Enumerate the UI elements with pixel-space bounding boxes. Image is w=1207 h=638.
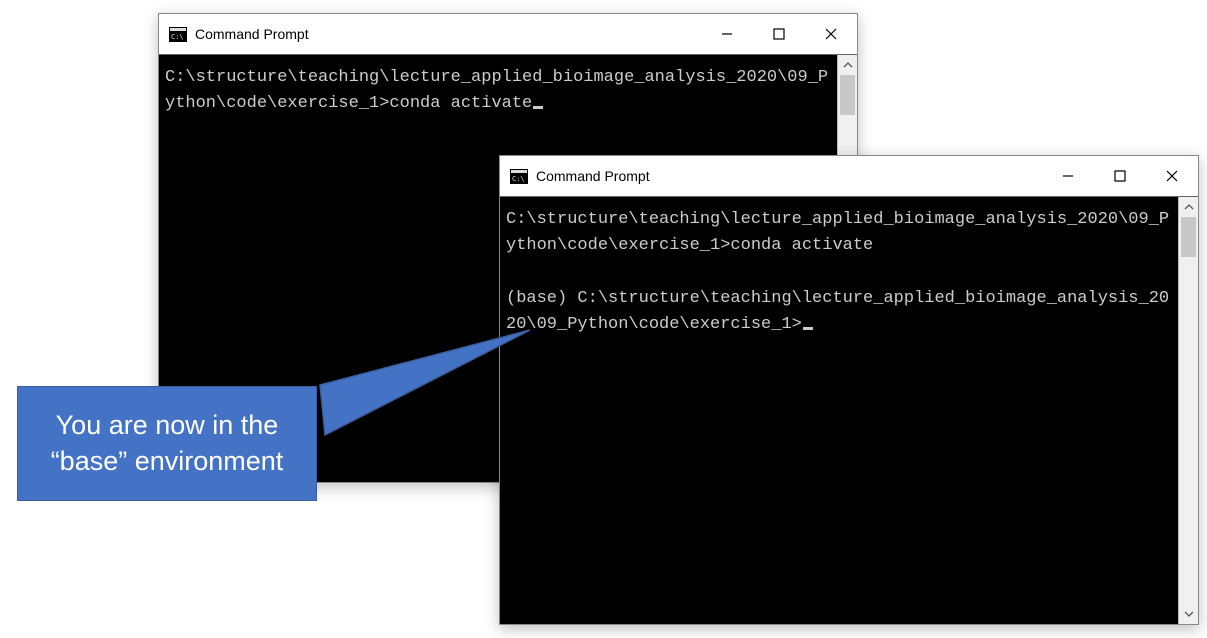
close-button[interactable] <box>805 14 857 54</box>
terminal-line: C:\structure\teaching\lecture_applied_bi… <box>506 210 1169 255</box>
command-prompt-window-2: C:\ Command Prompt C:\structure\teaching… <box>499 155 1199 625</box>
annotation-callout: You are now in the “base” environment <box>17 386 317 501</box>
minimize-button[interactable] <box>701 14 753 54</box>
titlebar[interactable]: C:\ Command Prompt <box>500 156 1198 196</box>
maximize-button[interactable] <box>1094 156 1146 196</box>
vertical-scrollbar[interactable] <box>1178 197 1198 624</box>
scroll-thumb[interactable] <box>840 75 855 115</box>
terminal-line: C:\structure\teaching\lecture_applied_bi… <box>165 68 828 113</box>
scroll-down-arrow[interactable] <box>1179 604 1198 624</box>
scroll-up-arrow[interactable] <box>838 55 857 75</box>
maximize-button[interactable] <box>753 14 805 54</box>
svg-text:C:\: C:\ <box>171 33 184 41</box>
cursor <box>803 327 813 330</box>
scroll-track[interactable] <box>1179 217 1198 604</box>
window-title: Command Prompt <box>536 168 650 184</box>
callout-text: You are now in the “base” environment <box>51 410 284 476</box>
cursor <box>533 106 543 109</box>
cmd-icon: C:\ <box>169 26 187 42</box>
window-title: Command Prompt <box>195 26 309 42</box>
scroll-thumb[interactable] <box>1181 217 1196 257</box>
titlebar[interactable]: C:\ Command Prompt <box>159 14 857 54</box>
cmd-icon: C:\ <box>510 168 528 184</box>
close-button[interactable] <box>1146 156 1198 196</box>
minimize-button[interactable] <box>1042 156 1094 196</box>
terminal-output[interactable]: C:\structure\teaching\lecture_applied_bi… <box>500 197 1178 624</box>
scroll-up-arrow[interactable] <box>1179 197 1198 217</box>
svg-text:C:\: C:\ <box>512 175 525 183</box>
terminal-line: (base) C:\structure\teaching\lecture_app… <box>506 289 1169 334</box>
